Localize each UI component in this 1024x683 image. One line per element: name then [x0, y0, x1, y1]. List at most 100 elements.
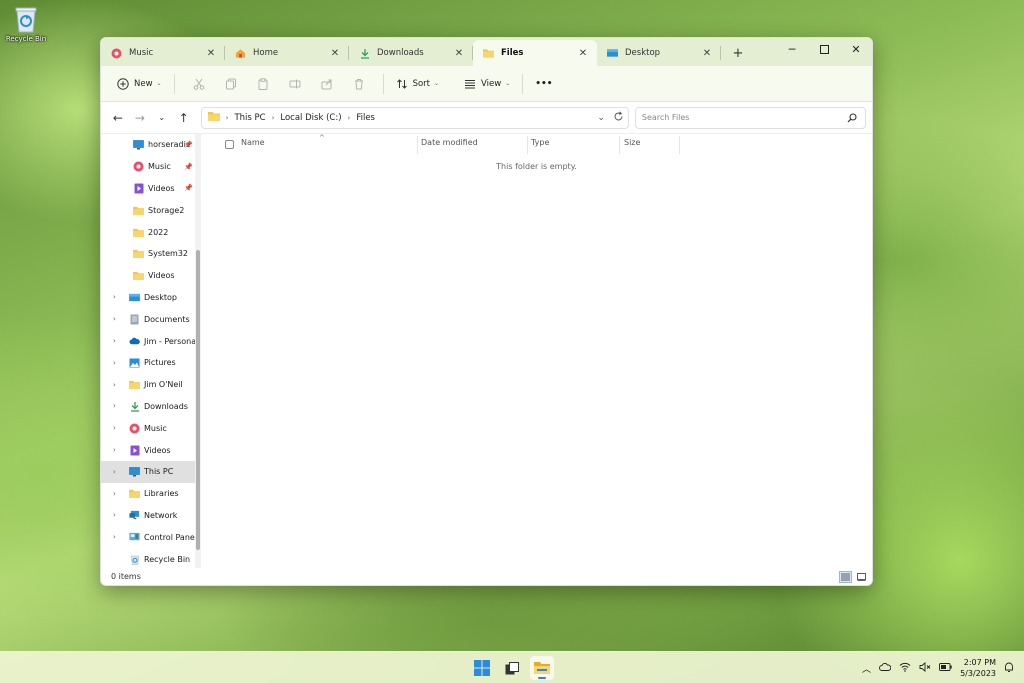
copy-button[interactable] — [215, 72, 247, 96]
nav-item-videos-folder[interactable]: Videos — [101, 265, 201, 287]
column-header-name[interactable]: Name — [241, 138, 265, 147]
nav-item-2022[interactable]: 2022 — [101, 221, 201, 243]
nav-item-pictures[interactable]: › Pictures — [101, 352, 201, 374]
nav-item-system32[interactable]: System32 — [101, 243, 201, 265]
file-explorer-icon — [534, 662, 550, 674]
maximize-button[interactable] — [808, 38, 840, 60]
column-divider[interactable] — [619, 136, 620, 154]
taskbar-file-explorer[interactable] — [530, 656, 554, 680]
view-button[interactable]: View ⌄ — [460, 72, 514, 96]
close-icon[interactable]: ✕ — [701, 48, 713, 59]
tab-downloads[interactable]: Downloads ✕ — [349, 40, 473, 66]
desktop-recycle-bin[interactable]: Recycle Bin — [4, 4, 48, 43]
breadcrumb-files[interactable]: Files — [356, 113, 375, 123]
close-icon[interactable]: ✕ — [453, 48, 465, 59]
chevron-right-icon[interactable]: › — [113, 315, 129, 323]
sort-button[interactable]: Sort ⌄ — [392, 72, 443, 96]
chevron-right-icon[interactable]: › — [113, 402, 129, 410]
chevron-right-icon[interactable]: › — [113, 381, 129, 389]
nav-item-libraries[interactable]: › Libraries — [101, 483, 201, 505]
nav-item-jim-oneil[interactable]: › Jim O'Neil — [101, 374, 201, 396]
wifi-icon[interactable] — [899, 662, 911, 674]
more-options-button[interactable]: ••• — [531, 72, 556, 96]
chevron-right-icon[interactable]: › — [113, 337, 129, 345]
tab-home[interactable]: Home ✕ — [225, 40, 349, 66]
chevron-right-icon[interactable]: › — [113, 446, 129, 454]
tab-desktop[interactable]: Desktop ✕ — [597, 40, 721, 66]
chevron-right-icon[interactable]: › — [113, 511, 129, 519]
details-view-button[interactable] — [839, 571, 852, 583]
new-tab-button[interactable]: + — [725, 40, 751, 66]
rename-button[interactable] — [279, 72, 311, 96]
column-divider[interactable] — [679, 136, 680, 154]
nav-item-recycle-bin[interactable]: Recycle Bin — [101, 548, 201, 568]
chevron-right-icon[interactable]: › — [113, 533, 129, 541]
notification-icon[interactable] — [1004, 662, 1014, 675]
chevron-right-icon[interactable]: › — [113, 293, 129, 301]
address-bar[interactable]: › This PC › Local Disk (C:) › Files ⌄ — [200, 106, 629, 129]
nav-item-documents[interactable]: › Documents — [101, 308, 201, 330]
volume-muted-icon[interactable] — [919, 662, 931, 674]
breadcrumb-local-disk[interactable]: Local Disk (C:) — [280, 113, 341, 123]
start-button[interactable] — [470, 656, 494, 680]
chevron-right-icon[interactable]: › — [113, 424, 129, 432]
chevron-right-icon[interactable]: › — [113, 468, 129, 476]
address-dropdown-button[interactable]: ⌄ — [597, 113, 605, 123]
refresh-button[interactable] — [613, 111, 624, 125]
search-input[interactable] — [641, 113, 842, 122]
nav-item-desktop[interactable]: › Desktop — [101, 287, 201, 309]
new-button[interactable]: New ⌄ — [113, 72, 166, 96]
nav-item-videos-quick[interactable]: Videos 📌 — [101, 178, 201, 200]
forward-button[interactable]: → — [129, 107, 151, 129]
breadcrumb-this-pc[interactable]: This PC — [234, 113, 265, 123]
task-view-button[interactable] — [500, 656, 524, 680]
cloud-icon[interactable] — [879, 663, 892, 673]
delete-button[interactable] — [343, 72, 375, 96]
minimize-button[interactable]: ─ — [776, 38, 808, 60]
close-window-button[interactable]: ✕ — [840, 38, 872, 60]
nav-item-this-pc[interactable]: › This PC — [101, 460, 195, 483]
nav-item-horseradis[interactable]: horseradis 📌 — [101, 134, 201, 156]
column-header-type[interactable]: Type — [531, 138, 549, 147]
column-divider[interactable] — [417, 136, 418, 154]
search-box[interactable] — [634, 106, 866, 129]
nav-item-onedrive[interactable]: › Jim - Personal — [101, 330, 201, 352]
paste-button[interactable] — [247, 72, 279, 96]
pin-icon: 📌 — [184, 140, 193, 149]
recent-locations-button[interactable]: ⌄ — [151, 107, 173, 129]
sort-ascending-icon: ^ — [319, 134, 325, 142]
battery-icon[interactable] — [939, 663, 952, 673]
nav-item-downloads[interactable]: › Downloads — [101, 396, 201, 418]
status-bar: 0 items — [101, 567, 872, 585]
select-all-checkbox[interactable] — [225, 140, 234, 149]
recycle-bin-label: Recycle Bin — [5, 35, 47, 43]
music-icon — [129, 423, 140, 434]
chevron-right-icon[interactable]: › — [113, 359, 129, 367]
clipboard-icon — [258, 77, 268, 90]
close-icon[interactable]: ✕ — [577, 48, 589, 59]
column-header-date-modified[interactable]: Date modified — [421, 138, 478, 147]
nav-item-control-panel[interactable]: › Control Panel — [101, 526, 201, 548]
share-button[interactable] — [311, 72, 343, 96]
tiles-view-button[interactable] — [855, 571, 868, 583]
column-divider[interactable] — [527, 136, 528, 154]
nav-item-music-quick[interactable]: Music 📌 — [101, 156, 201, 178]
back-button[interactable]: ← — [107, 107, 129, 129]
up-button[interactable]: ↑ — [173, 107, 195, 129]
nav-item-storage2[interactable]: Storage2 — [101, 199, 201, 221]
cut-button[interactable] — [183, 72, 215, 96]
nav-item-videos[interactable]: › Videos — [101, 439, 201, 461]
windows-logo-icon — [474, 660, 490, 676]
chevron-right-icon[interactable]: › — [113, 490, 129, 498]
tab-music[interactable]: Music ✕ — [101, 40, 225, 66]
nav-item-network[interactable]: › Network — [101, 505, 201, 527]
column-header-size[interactable]: Size — [624, 138, 640, 147]
close-icon[interactable]: ✕ — [205, 48, 217, 59]
folder-icon — [129, 379, 140, 390]
close-icon[interactable]: ✕ — [329, 48, 341, 59]
clock[interactable]: 2:07 PM 5/3/2023 — [960, 657, 996, 679]
nav-scrollbar-thumb[interactable] — [196, 250, 200, 550]
nav-item-music[interactable]: › Music — [101, 417, 201, 439]
tab-files[interactable]: Files ✕ — [473, 40, 597, 66]
chevron-up-icon[interactable]: ︿ — [862, 662, 871, 675]
